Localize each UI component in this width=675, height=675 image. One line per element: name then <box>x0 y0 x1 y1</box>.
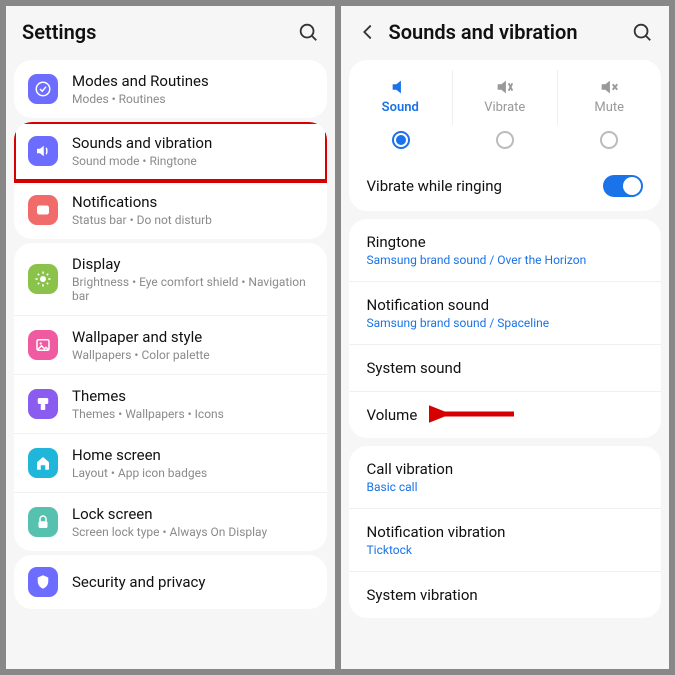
search-icon[interactable] <box>297 21 319 43</box>
row-title: Ringtone <box>367 233 644 251</box>
sound-mode-card: SoundVibrateMute Vibrate while ringing <box>349 60 662 211</box>
row-title: Security and privacy <box>72 573 313 591</box>
mode-label: Sound <box>349 100 453 115</box>
sounds-panel: Sounds and vibration SoundVibrateMute Vi… <box>341 6 670 669</box>
mode-tab-vibrate[interactable]: Vibrate <box>453 70 558 125</box>
sound-settings-card: Ringtone Samsung brand sound / Over the H… <box>349 219 662 438</box>
row-subtitle: Status bar • Do not disturb <box>72 213 313 227</box>
row-title: Notifications <box>72 193 313 211</box>
row-title: Sounds and vibration <box>72 134 313 152</box>
settings-row-display[interactable]: Display Brightness • Eye comfort shield •… <box>14 243 327 316</box>
row-title: Call vibration <box>367 460 644 478</box>
vibrate-while-ringing-row[interactable]: Vibrate while ringing <box>349 161 662 211</box>
settings-panel: Settings Modes and Routines Modes • Routi… <box>6 6 335 669</box>
mode-label: Mute <box>558 100 662 115</box>
sound-row-2[interactable]: System sound <box>349 345 662 392</box>
sound-row-3[interactable]: Volume <box>349 392 662 438</box>
row-title: Themes <box>72 387 313 405</box>
search-icon[interactable] <box>631 21 653 43</box>
row-subtitle: Samsung brand sound / Spaceline <box>367 316 644 330</box>
vibration-row-0[interactable]: Call vibration Basic call <box>349 446 662 509</box>
row-title: System sound <box>367 359 644 377</box>
sounds-title: Sounds and vibration <box>389 20 622 44</box>
sound-row-1[interactable]: Notification sound Samsung brand sound / … <box>349 282 662 345</box>
row-subtitle: Ticktock <box>367 543 644 557</box>
row-title: Home screen <box>72 446 313 464</box>
lock-icon <box>28 507 58 537</box>
mode-radio-vibrate[interactable] <box>496 131 514 149</box>
settings-row-lock[interactable]: Lock screen Screen lock type • Always On … <box>14 493 327 551</box>
settings-title: Settings <box>22 20 287 44</box>
back-icon[interactable] <box>357 21 379 43</box>
check-circle-icon <box>28 74 58 104</box>
row-title: Modes and Routines <box>72 72 313 90</box>
mode-tab-sound[interactable]: Sound <box>349 70 454 125</box>
settings-row-sounds[interactable]: Sounds and vibration Sound mode • Rington… <box>14 122 327 181</box>
image-icon <box>28 330 58 360</box>
speaker-icon <box>28 136 58 166</box>
row-subtitle: Brightness • Eye comfort shield • Naviga… <box>72 275 313 303</box>
vibration-row-2[interactable]: System vibration <box>349 572 662 618</box>
shield-icon <box>28 567 58 597</box>
mode-radio-mute[interactable] <box>600 131 618 149</box>
row-subtitle: Samsung brand sound / Over the Horizon <box>367 253 644 267</box>
settings-row-security[interactable]: Security and privacy <box>14 555 327 609</box>
row-subtitle: Modes • Routines <box>72 92 313 106</box>
row-title: Lock screen <box>72 505 313 523</box>
settings-row-modes[interactable]: Modes and Routines Modes • Routines <box>14 60 327 118</box>
row-subtitle: Sound mode • Ringtone <box>72 154 313 168</box>
home-icon <box>28 448 58 478</box>
row-title: Notification sound <box>367 296 644 314</box>
sun-icon <box>28 264 58 294</box>
settings-row-wallpaper[interactable]: Wallpaper and style Wallpapers • Color pa… <box>14 316 327 375</box>
brush-icon <box>28 389 58 419</box>
mode-label: Vibrate <box>453 100 557 115</box>
vibration-row-1[interactable]: Notification vibration Ticktock <box>349 509 662 572</box>
settings-row-themes[interactable]: Themes Themes • Wallpapers • Icons <box>14 375 327 434</box>
row-title: System vibration <box>367 586 644 604</box>
row-title: Display <box>72 255 313 273</box>
row-title: Notification vibration <box>367 523 644 541</box>
row-subtitle: Themes • Wallpapers • Icons <box>72 407 313 421</box>
row-title: Volume <box>367 406 644 424</box>
row-subtitle: Wallpapers • Color palette <box>72 348 313 362</box>
settings-row-home[interactable]: Home screen Layout • App icon badges <box>14 434 327 493</box>
row-subtitle: Layout • App icon badges <box>72 466 313 480</box>
vibrate-icon <box>453 74 557 100</box>
vibrate-while-ringing-label: Vibrate while ringing <box>367 177 604 195</box>
sound-row-0[interactable]: Ringtone Samsung brand sound / Over the H… <box>349 219 662 282</box>
settings-header: Settings <box>6 6 335 56</box>
vibration-settings-card: Call vibration Basic call Notification vib… <box>349 446 662 618</box>
settings-row-notifications[interactable]: Notifications Status bar • Do not disturb <box>14 181 327 239</box>
mode-tab-mute[interactable]: Mute <box>558 70 662 125</box>
row-title: Wallpaper and style <box>72 328 313 346</box>
row-subtitle: Screen lock type • Always On Display <box>72 525 313 539</box>
row-subtitle: Basic call <box>367 480 644 494</box>
mode-radio-sound[interactable] <box>392 131 410 149</box>
vibrate-while-ringing-toggle[interactable] <box>603 175 643 197</box>
mute-icon <box>558 74 662 100</box>
speaker-icon <box>349 74 453 100</box>
sounds-header: Sounds and vibration <box>341 6 670 56</box>
bell-card-icon <box>28 195 58 225</box>
